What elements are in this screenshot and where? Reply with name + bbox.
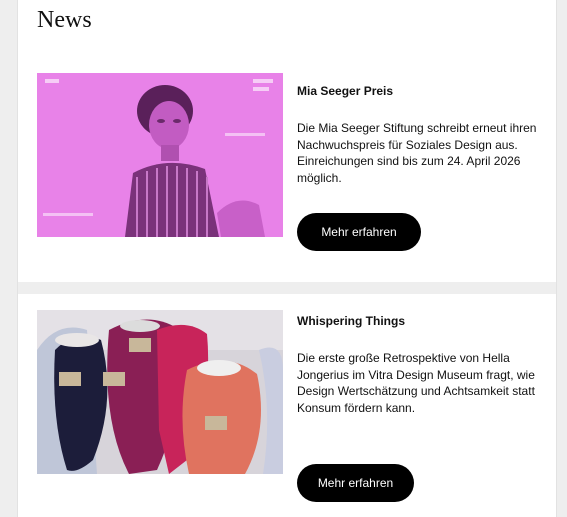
portrait-image	[37, 73, 283, 237]
mehr-erfahren-button[interactable]: Mehr erfahren	[297, 464, 414, 502]
item-title[interactable]: Whispering Things	[297, 314, 405, 328]
section-divider	[18, 282, 556, 294]
section-title: News	[37, 7, 92, 33]
item-description: Die erste große Retrospektive von Hella …	[297, 351, 535, 415]
item-description: Die Mia Seeger Stiftung schreibt erneut …	[297, 121, 537, 185]
mia-seeger-preis-image[interactable]	[37, 73, 283, 237]
news-card: News Mia Seeger Preis Die Mia Seeger Sti…	[17, 0, 557, 517]
item-title[interactable]: Mia Seeger Preis	[297, 84, 393, 98]
mehr-erfahren-button[interactable]: Mehr erfahren	[297, 213, 421, 251]
whispering-things-image[interactable]	[37, 310, 283, 474]
vases-image	[37, 310, 283, 474]
